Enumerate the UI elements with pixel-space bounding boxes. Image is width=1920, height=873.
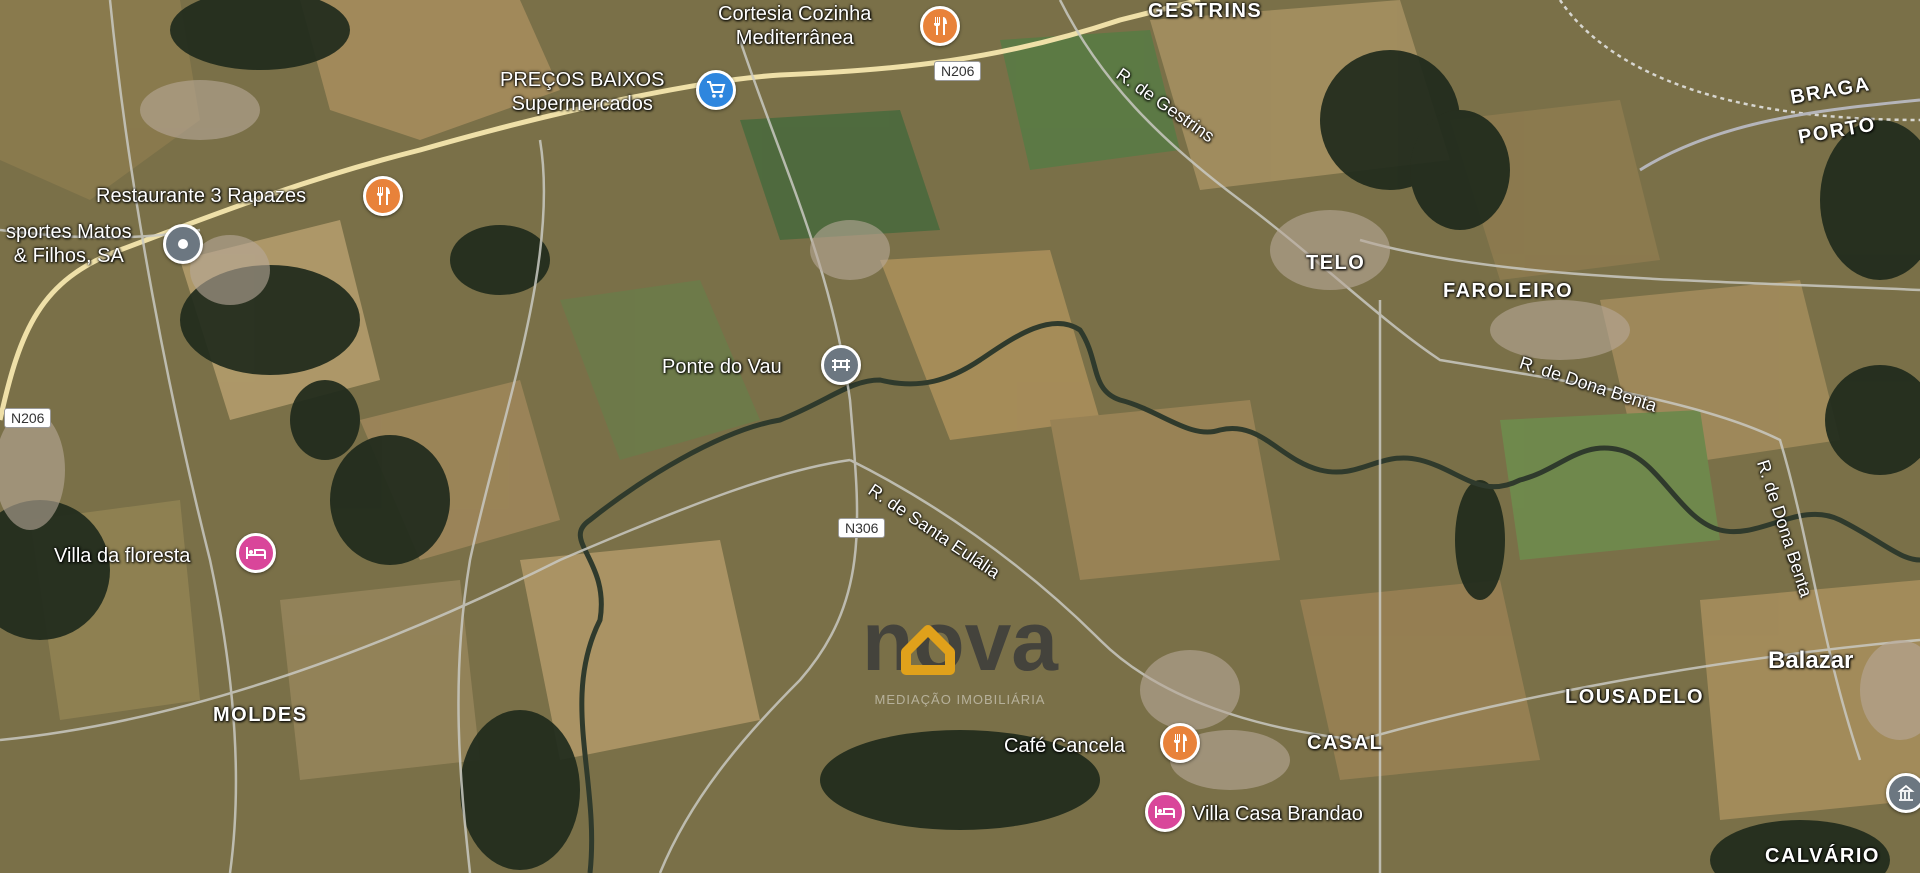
place-balazar: Balazar bbox=[1768, 647, 1854, 674]
restaurant-icon[interactable] bbox=[920, 6, 960, 46]
place-lousadelo: LOUSADELO bbox=[1565, 686, 1705, 708]
poi-label-desportes-matos[interactable]: sportes Matos & Filhos, SA bbox=[6, 220, 132, 268]
poi-label-villa-da-floresta[interactable]: Villa da floresta bbox=[54, 544, 190, 568]
poi-label-restaurante-3-rapazes[interactable]: Restaurante 3 Rapazes bbox=[96, 184, 306, 208]
road-shield-n206-top: N206 bbox=[934, 61, 982, 81]
satellite-imagery bbox=[0, 0, 1920, 873]
place-gestrins: GESTRINS bbox=[1148, 0, 1263, 22]
restaurant-icon[interactable] bbox=[363, 176, 403, 216]
road-shield-n206-left: N206 bbox=[4, 408, 52, 428]
place-faroleiro: FAROLEIRO bbox=[1443, 280, 1574, 302]
nova-logo-text: nova bbox=[862, 600, 1059, 688]
poi-label-cafe-cancela[interactable]: Café Cancela bbox=[1004, 734, 1125, 758]
poi-label-precos-baixos[interactable]: PREÇOS BAIXOS Supermercados bbox=[500, 68, 665, 116]
shopping-cart-icon[interactable] bbox=[696, 70, 736, 110]
poi-label-ponte-do-vau[interactable]: Ponte do Vau bbox=[662, 355, 782, 379]
bed-icon[interactable] bbox=[1145, 792, 1185, 832]
place-telo: TELO bbox=[1306, 252, 1366, 274]
place-calvario: CALVÁRIO bbox=[1765, 845, 1880, 867]
bed-icon[interactable] bbox=[236, 533, 276, 573]
location-dot-icon[interactable] bbox=[163, 224, 203, 264]
building-icon[interactable] bbox=[1886, 773, 1920, 813]
restaurant-icon[interactable] bbox=[1160, 723, 1200, 763]
nova-logo: nova bbox=[862, 594, 1059, 688]
place-casal: CASAL bbox=[1307, 732, 1384, 754]
nova-watermark: nova MEDIAÇÃO IMOBILIÁRIA bbox=[830, 594, 1090, 712]
poi-label-cortesia[interactable]: Cortesia Cozinha Mediterrânea bbox=[718, 2, 871, 50]
road-shield-n306: N306 bbox=[838, 518, 886, 538]
place-moldes: MOLDES bbox=[213, 704, 308, 726]
poi-label-villa-casa-brandao[interactable]: Villa Casa Brandao bbox=[1192, 802, 1363, 826]
map-view[interactable]: GESTRINS TELO FAROLEIRO MOLDES CASAL LOU… bbox=[0, 0, 1920, 873]
bridge-icon[interactable] bbox=[821, 345, 861, 385]
nova-watermark-subtitle: MEDIAÇÃO IMOBILIÁRIA bbox=[874, 692, 1046, 707]
